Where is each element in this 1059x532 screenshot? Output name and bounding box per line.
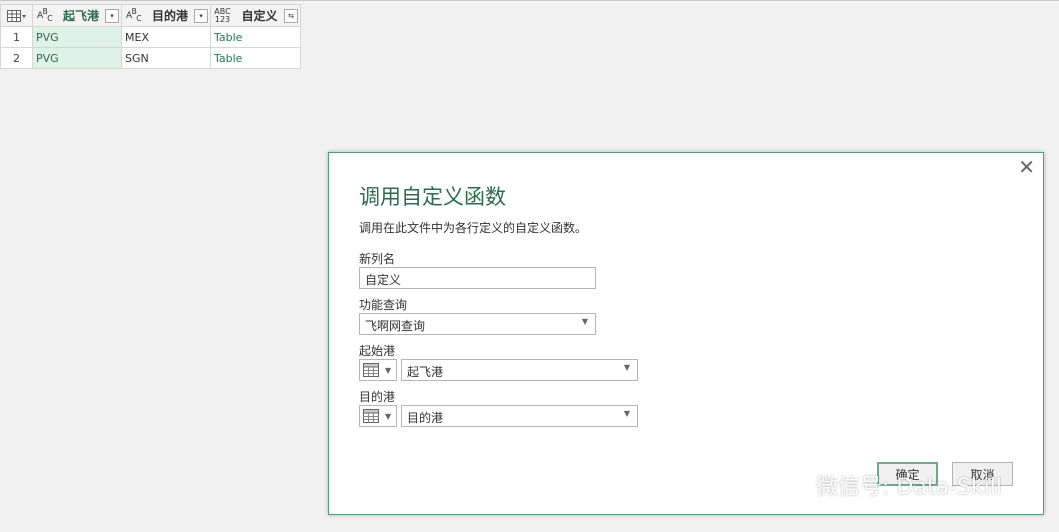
table-link-cell[interactable]: Table — [211, 31, 300, 44]
chevron-down-icon: ▼ — [581, 317, 588, 326]
column-header-label: 自定义 — [241, 9, 278, 23]
watermark-text: 微信号: Data-Skill — [816, 475, 1002, 500]
wechat-watermark: 微信号: Data-Skill — [764, 468, 1002, 502]
header-row: ABC 起飞港 ▾ ABC 目的港 ▾ ABC 123 自定义 ⇆ — [0, 4, 301, 27]
column-header-origin[interactable]: ABC 起飞港 ▾ — [32, 4, 122, 27]
function-query-label: 功能查询 — [359, 298, 408, 312]
table-menu-button[interactable] — [0, 4, 33, 27]
origin-port-value: 起飞港 — [407, 365, 444, 379]
dialog-title: 调用自定义函数 — [359, 185, 506, 209]
close-icon[interactable]: ✕ — [1018, 157, 1035, 177]
destination-port-select[interactable]: 目的港 ▼ — [401, 405, 638, 427]
chevron-down-icon: ▼ — [623, 409, 630, 418]
column-table-icon — [363, 363, 379, 377]
chevron-down-icon: ▼ — [623, 363, 630, 372]
data-grid: ABC 起飞港 ▾ ABC 目的港 ▾ ABC 123 自定义 ⇆ 1 PVG M… — [0, 4, 301, 69]
table-link-cell[interactable]: Table — [211, 52, 300, 65]
row-number[interactable]: 2 — [0, 47, 33, 69]
table-row: 2 PVG SGN Table — [0, 47, 301, 69]
filter-dropdown-button[interactable]: ▾ — [105, 8, 119, 23]
invoke-custom-function-dialog: ✕ 调用自定义函数 调用在此文件中为各行定义的自定义函数。 新列名 自定义 功能… — [328, 152, 1044, 515]
new-column-name-input[interactable]: 自定义 — [359, 267, 596, 289]
column-table-icon — [363, 409, 379, 423]
table-icon — [6, 9, 26, 22]
origin-port-kind-button[interactable]: ▼ — [359, 359, 397, 381]
table-row: 1 PVG MEX Table — [0, 26, 301, 48]
dialog-description: 调用在此文件中为各行定义的自定义函数。 — [359, 221, 588, 235]
table-cell[interactable]: PVG — [33, 52, 121, 65]
origin-port-label: 起始港 — [359, 344, 396, 358]
destination-port-label: 目的港 — [359, 390, 396, 404]
text-type-icon: ABC — [125, 7, 142, 23]
column-header-destination[interactable]: ABC 目的港 ▾ — [121, 4, 211, 27]
chevron-down-icon: ▼ — [385, 365, 392, 375]
table-cell[interactable]: SGN — [122, 52, 210, 65]
new-column-name-label: 新列名 — [359, 252, 396, 266]
table-cell[interactable]: PVG — [33, 31, 121, 44]
destination-port-value: 目的港 — [407, 411, 444, 425]
wechat-logo-icon — [764, 468, 809, 501]
table-cell[interactable]: MEX — [122, 31, 210, 44]
column-header-label: 目的港 — [151, 9, 188, 23]
column-header-custom[interactable]: ABC 123 自定义 ⇆ — [210, 4, 301, 27]
filter-dropdown-button[interactable]: ▾ — [194, 8, 208, 23]
function-query-value: 飞啊网查询 — [365, 319, 426, 333]
chevron-down-icon: ▼ — [385, 411, 392, 421]
function-query-select[interactable]: 飞啊网查询 ▼ — [359, 313, 596, 335]
expand-column-button[interactable]: ⇆ — [284, 8, 298, 23]
column-header-label: 起飞港 — [62, 9, 99, 23]
any-type-icon: ABC 123 — [214, 6, 231, 24]
top-divider — [0, 0, 1059, 1]
origin-port-select[interactable]: 起飞港 ▼ — [401, 359, 638, 381]
text-type-icon: ABC — [36, 7, 53, 23]
row-number[interactable]: 1 — [0, 26, 33, 48]
destination-port-kind-button[interactable]: ▼ — [359, 405, 397, 427]
